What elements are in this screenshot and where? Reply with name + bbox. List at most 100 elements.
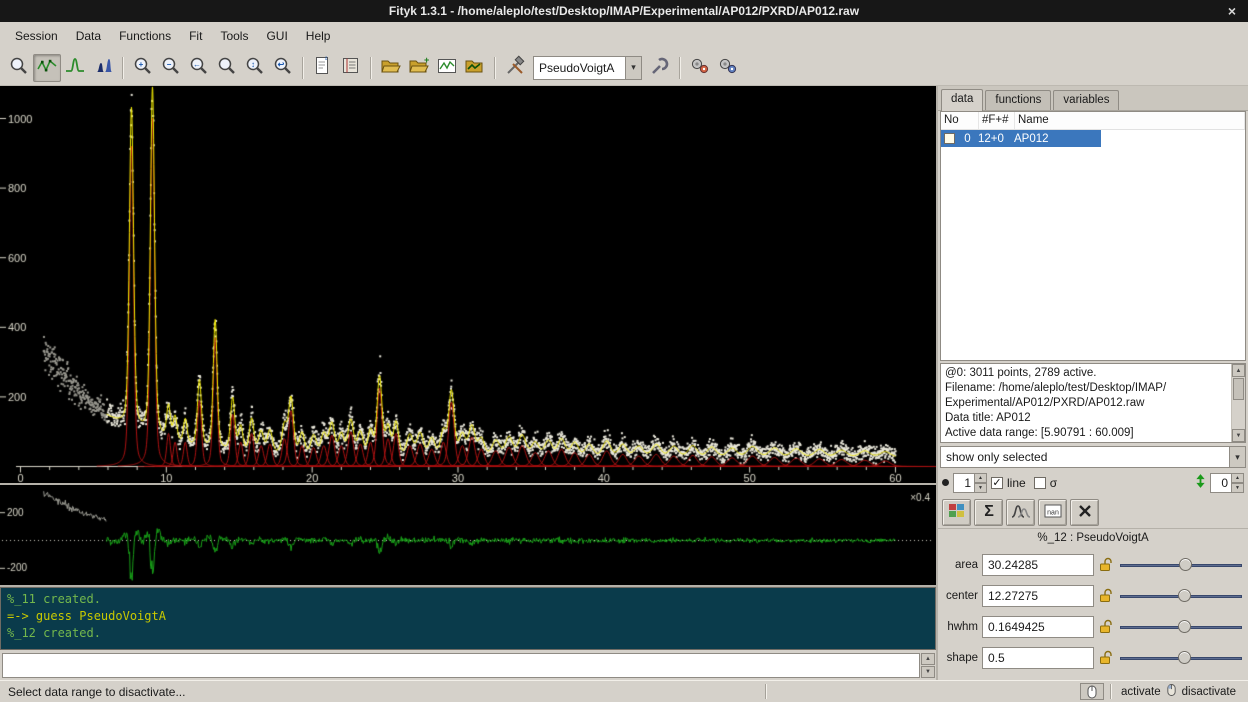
load-data-button[interactable] xyxy=(377,54,405,82)
zoom-all-button[interactable] xyxy=(213,54,241,82)
menu-data[interactable]: Data xyxy=(67,24,110,48)
color-grid-button[interactable] xyxy=(942,499,971,526)
param-value-input[interactable]: 12.27275 xyxy=(982,585,1094,607)
close-button[interactable]: × xyxy=(1222,0,1242,22)
param-slider[interactable] xyxy=(1118,587,1244,605)
tab-data[interactable]: data xyxy=(941,89,983,111)
lock-icon[interactable] xyxy=(1098,557,1114,572)
param-row-area: area30.24285 xyxy=(938,549,1248,580)
dropdown-arrow-icon[interactable]: ▾ xyxy=(1229,446,1246,468)
menu-help[interactable]: Help xyxy=(297,24,340,48)
scroll-thumb[interactable] xyxy=(1233,378,1244,400)
save-plot-image-button[interactable] xyxy=(433,54,461,82)
lock-icon[interactable] xyxy=(1098,650,1114,665)
point-size-spinner[interactable]: 1 ▲▼ xyxy=(953,473,987,493)
titlebar: Fityk 1.3.1 - /home/aleplo/test/Desktop/… xyxy=(0,0,1248,22)
command-input[interactable] xyxy=(2,653,920,678)
menu-fit[interactable]: Fit xyxy=(180,24,211,48)
mouse-hint-button[interactable] xyxy=(1080,683,1104,700)
dataset-name: AP012 xyxy=(1014,133,1101,145)
slider-handle[interactable] xyxy=(1178,620,1191,633)
spin-down-icon[interactable]: ▼ xyxy=(975,483,987,493)
fit-undo-button[interactable] xyxy=(714,54,742,82)
scroll-up-icon[interactable]: ▲ xyxy=(921,653,935,665)
function-type-value: PseudoVoigtA xyxy=(533,56,625,80)
zoom-undo-button[interactable]: ↩ xyxy=(269,54,297,82)
param-value-input[interactable]: 30.24285 xyxy=(982,554,1094,576)
shift-spinner[interactable]: 0 ▲▼ xyxy=(1210,473,1244,493)
mode-add-peak-button[interactable] xyxy=(61,54,89,82)
toolbar-separator xyxy=(679,57,681,79)
param-value-input[interactable]: 0.1649425 xyxy=(982,616,1094,638)
column-header-no[interactable]: No xyxy=(941,112,979,129)
dataset-row[interactable]: 0 12+0 AP012 xyxy=(941,130,1101,147)
function-type-selector[interactable]: PseudoVoigtA▾ xyxy=(533,56,642,80)
slider-handle[interactable] xyxy=(1179,558,1192,571)
menu-session[interactable]: Session xyxy=(6,24,67,48)
column-header-f[interactable]: #F+# xyxy=(979,112,1015,129)
lock-icon[interactable] xyxy=(1098,588,1114,603)
info-scrollbar[interactable]: ▲ ▼ xyxy=(1231,364,1245,442)
fit-run-button[interactable] xyxy=(686,54,714,82)
tab-variables[interactable]: variables xyxy=(1053,90,1119,110)
filter-dropdown[interactable]: show only selected ▾ xyxy=(940,446,1246,468)
column-header-name[interactable]: Name xyxy=(1015,112,1245,129)
nan-button[interactable]: nan xyxy=(1038,499,1067,526)
mode-normal-zoom-button[interactable] xyxy=(5,54,33,82)
sigma-checkbox[interactable] xyxy=(1034,477,1046,489)
functions-overlay-button[interactable] xyxy=(1006,499,1035,526)
zoom-prev-button[interactable]: ← xyxy=(185,54,213,82)
mouse-icon xyxy=(1166,683,1177,700)
param-label: center xyxy=(942,590,978,602)
edit-init-script-button[interactable]: ² xyxy=(309,54,337,82)
slider-handle[interactable] xyxy=(1178,651,1191,664)
spin-up-icon[interactable]: ▲ xyxy=(975,473,987,483)
param-slider[interactable] xyxy=(1118,649,1244,667)
delete-button[interactable] xyxy=(1070,499,1099,526)
shift-value[interactable]: 0 xyxy=(1210,473,1232,493)
zoom-in-button[interactable]: + xyxy=(129,54,157,82)
data-transform-button[interactable] xyxy=(501,54,529,82)
dataset-checkbox[interactable] xyxy=(944,133,955,144)
menu-tools[interactable]: Tools xyxy=(211,24,257,48)
console-line: %_12 created. xyxy=(7,625,929,642)
load-data-custom-button[interactable]: + xyxy=(405,54,433,82)
console-line: =-> guess PseudoVoigtA xyxy=(7,608,929,625)
input-history-scrollbar[interactable]: ▲ ▼ xyxy=(921,653,935,678)
zoom-vertical-button[interactable]: ↕ xyxy=(241,54,269,82)
slider-handle[interactable] xyxy=(1178,589,1191,602)
folder-chart-icon xyxy=(464,55,486,80)
session-log-button[interactable] xyxy=(337,54,365,82)
mode-add-function-button[interactable] xyxy=(89,54,117,82)
tab-functions[interactable]: functions xyxy=(985,90,1051,110)
define-function-button[interactable] xyxy=(646,54,674,82)
param-slider[interactable] xyxy=(1118,618,1244,636)
param-value-input[interactable]: 0.5 xyxy=(982,647,1094,669)
lock-icon[interactable] xyxy=(1098,619,1114,634)
param-row-center: center 12.27275 xyxy=(938,580,1248,611)
line-checkbox[interactable] xyxy=(991,477,1003,489)
zoom-out-button[interactable]: − xyxy=(157,54,185,82)
sum-button[interactable]: Σ xyxy=(974,499,1003,526)
param-slider[interactable] xyxy=(1118,556,1244,574)
status-message: Select data range to disactivate... xyxy=(0,685,762,699)
add-function-icon xyxy=(92,55,114,80)
aux-plot-canvas[interactable] xyxy=(0,485,936,585)
mode-data-range-button[interactable] xyxy=(33,54,61,82)
main-plot-canvas[interactable] xyxy=(0,86,936,483)
spin-up-icon[interactable]: ▲ xyxy=(1232,473,1244,483)
point-size-value[interactable]: 1 xyxy=(953,473,975,493)
gears-red-icon xyxy=(689,55,711,80)
menu-functions[interactable]: Functions xyxy=(110,24,180,48)
scroll-down-icon[interactable]: ▼ xyxy=(1232,429,1245,442)
menu-gui[interactable]: GUI xyxy=(257,24,296,48)
scroll-down-icon[interactable]: ▼ xyxy=(921,666,935,678)
dropdown-arrow-icon[interactable]: ▾ xyxy=(625,56,642,80)
scroll-up-icon[interactable]: ▲ xyxy=(1232,364,1245,377)
magnifier-icon xyxy=(216,55,238,80)
param-row-hwhm: hwhm0.1649425 xyxy=(938,611,1248,642)
spin-down-icon[interactable]: ▼ xyxy=(1232,483,1244,493)
export-data-button[interactable] xyxy=(461,54,489,82)
colorgrid-icon xyxy=(946,500,968,525)
gears-blue-icon xyxy=(717,55,739,80)
